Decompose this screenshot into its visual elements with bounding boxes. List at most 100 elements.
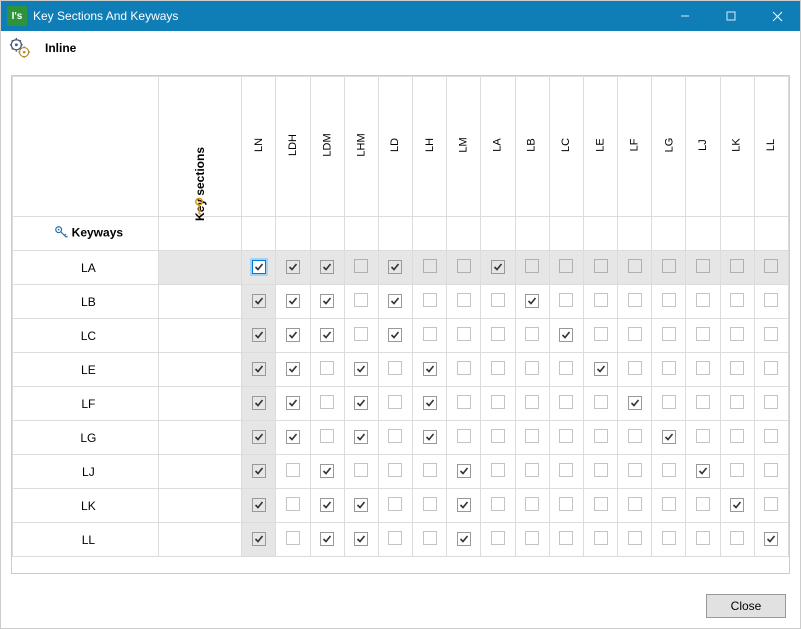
checkbox[interactable] [354,293,368,307]
cell-checkbox[interactable] [481,387,515,421]
checkbox[interactable] [559,259,573,273]
row-label-lg[interactable]: LG [13,421,159,455]
checkbox[interactable] [354,259,368,273]
checkbox[interactable] [628,531,642,545]
checkbox[interactable] [696,327,710,341]
cell-checkbox[interactable] [686,353,720,387]
checkbox[interactable] [320,532,334,546]
cell-checkbox[interactable] [447,421,481,455]
cell-checkbox[interactable] [310,421,344,455]
cell-checkbox[interactable] [720,387,754,421]
checkbox[interactable] [628,463,642,477]
cell-checkbox[interactable] [344,455,378,489]
checkbox[interactable] [730,361,744,375]
column-header-ld[interactable]: LD [378,77,412,217]
cell-checkbox[interactable] [754,251,788,285]
checkbox[interactable] [320,328,334,342]
cell-checkbox[interactable] [276,387,310,421]
column-header-lh[interactable]: LH [413,77,447,217]
checkbox[interactable] [491,497,505,511]
cell-checkbox[interactable] [242,523,276,557]
checkbox[interactable] [764,429,778,443]
checkbox[interactable] [457,498,471,512]
cell-checkbox[interactable] [276,251,310,285]
cell-checkbox[interactable] [754,455,788,489]
checkbox[interactable] [491,293,505,307]
checkbox[interactable] [525,429,539,443]
cell-checkbox[interactable] [583,387,617,421]
cell-checkbox[interactable] [720,353,754,387]
cell-checkbox[interactable] [310,319,344,353]
cell-checkbox[interactable] [549,489,583,523]
cell-checkbox[interactable] [344,353,378,387]
checkbox[interactable] [696,497,710,511]
checkbox[interactable] [388,531,402,545]
cell-checkbox[interactable] [242,489,276,523]
checkbox[interactable] [457,327,471,341]
checkbox[interactable] [525,259,539,273]
cell-checkbox[interactable] [549,523,583,557]
maximize-button[interactable] [708,1,754,31]
column-header-ll[interactable]: LL [754,77,788,217]
checkbox[interactable] [286,294,300,308]
checkbox[interactable] [388,328,402,342]
checkbox[interactable] [286,396,300,410]
cell-checkbox[interactable] [720,285,754,319]
checkbox[interactable] [491,395,505,409]
checkbox[interactable] [525,463,539,477]
cell-checkbox[interactable] [310,353,344,387]
cell-checkbox[interactable] [378,523,412,557]
cell-checkbox[interactable] [310,523,344,557]
cell-checkbox[interactable] [549,285,583,319]
checkbox[interactable] [354,532,368,546]
checkbox[interactable] [696,395,710,409]
cell-checkbox[interactable] [618,251,652,285]
checkbox[interactable] [525,497,539,511]
checkbox[interactable] [423,327,437,341]
checkbox[interactable] [662,531,676,545]
cell-checkbox[interactable] [652,421,686,455]
checkbox[interactable] [696,361,710,375]
checkbox[interactable] [320,464,334,478]
cell-checkbox[interactable] [754,387,788,421]
cell-checkbox[interactable] [310,489,344,523]
cell-checkbox[interactable] [276,319,310,353]
checkbox[interactable] [764,259,778,273]
cell-checkbox[interactable] [720,523,754,557]
cell-checkbox[interactable] [720,421,754,455]
checkbox[interactable] [354,430,368,444]
cell-checkbox[interactable] [686,489,720,523]
checkbox[interactable] [559,497,573,511]
cell-checkbox[interactable] [618,353,652,387]
checkbox[interactable] [423,396,437,410]
cell-checkbox[interactable] [720,319,754,353]
checkbox[interactable] [525,327,539,341]
cell-checkbox[interactable] [413,353,447,387]
checkbox[interactable] [594,327,608,341]
checkbox[interactable] [662,293,676,307]
checkbox[interactable] [354,463,368,477]
checkbox[interactable] [594,362,608,376]
checkbox[interactable] [764,361,778,375]
checkbox[interactable] [457,464,471,478]
cell-checkbox[interactable] [413,455,447,489]
checkbox[interactable] [628,327,642,341]
cell-checkbox[interactable] [413,285,447,319]
cell-checkbox[interactable] [618,319,652,353]
checkbox[interactable] [662,259,676,273]
checkbox[interactable] [559,328,573,342]
checkbox[interactable] [525,361,539,375]
cell-checkbox[interactable] [276,353,310,387]
checkbox[interactable] [286,328,300,342]
cell-checkbox[interactable] [344,251,378,285]
checkbox[interactable] [764,327,778,341]
cell-checkbox[interactable] [515,523,549,557]
cell-checkbox[interactable] [310,387,344,421]
checkbox[interactable] [594,531,608,545]
checkbox[interactable] [423,531,437,545]
checkbox[interactable] [320,260,334,274]
row-label-ll[interactable]: LL [13,523,159,557]
column-header-lc[interactable]: LC [549,77,583,217]
cell-checkbox[interactable] [754,523,788,557]
cell-checkbox[interactable] [686,455,720,489]
